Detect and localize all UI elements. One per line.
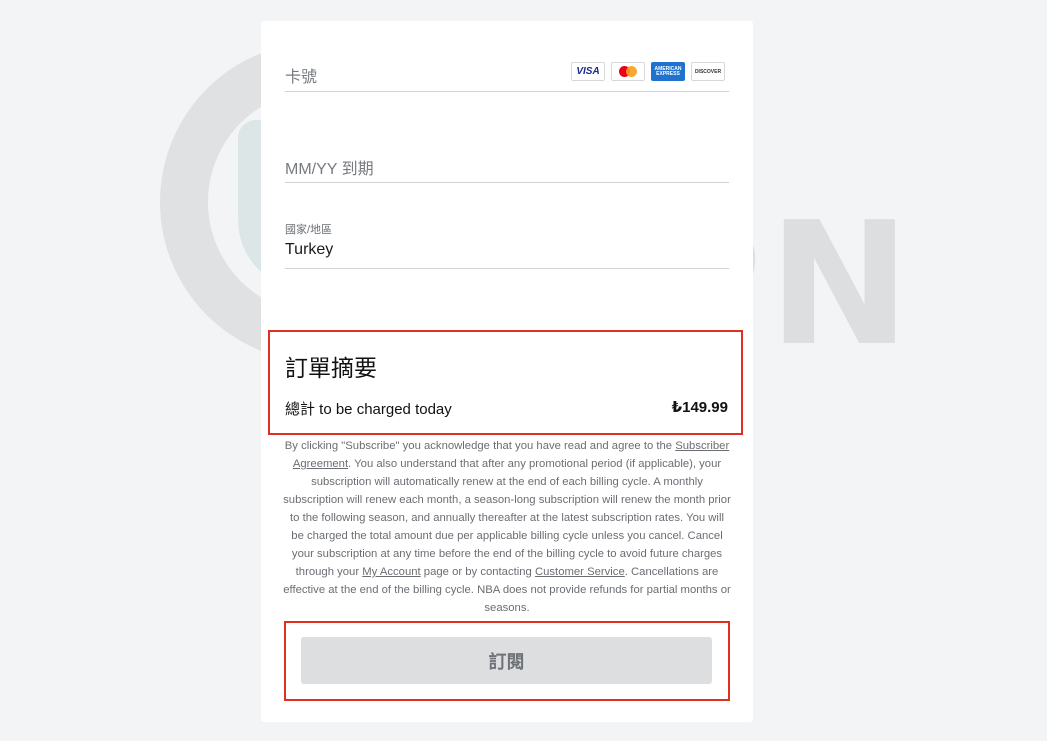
my-account-link[interactable]: My Account (362, 566, 420, 578)
legal-text: By clicking "Subscribe" you acknowledge … (283, 440, 731, 614)
customer-service-link[interactable]: Customer Service (535, 566, 625, 578)
expiry-placeholder: MM/YY 到期 (285, 161, 374, 178)
total-label: 總計 to be charged today (285, 401, 452, 418)
order-summary-title: 訂單摘要 (285, 355, 377, 381)
mastercard-icon (611, 62, 645, 81)
country-label: 國家/地區 (285, 224, 333, 236)
subscribe-button[interactable]: 訂閱 (301, 637, 712, 684)
country-value: Turkey (285, 241, 334, 258)
order-summary: 訂單摘要 總計 to be charged today ₺149.99 (268, 330, 743, 435)
card-number-field[interactable]: 卡號 VISA AMERICAN EXPRESS DISCOVER (285, 61, 729, 92)
expiry-field[interactable]: MM/YY 到期 (285, 153, 729, 183)
amex-icon: AMERICAN EXPRESS (651, 62, 685, 81)
card-brand-logos: VISA AMERICAN EXPRESS DISCOVER (571, 62, 725, 81)
visa-icon: VISA (571, 62, 605, 81)
total-amount: ₺149.99 (671, 399, 728, 416)
subscribe-button-highlight: 訂閱 (284, 621, 730, 701)
country-select[interactable]: 國家/地區 Turkey (285, 221, 729, 269)
discover-icon: DISCOVER (691, 62, 725, 81)
card-number-placeholder: 卡號 (285, 69, 318, 86)
